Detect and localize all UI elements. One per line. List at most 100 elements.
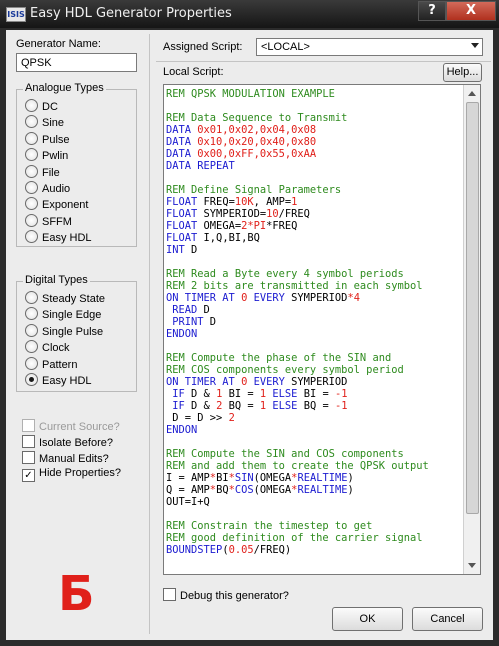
local-script-editor[interactable]: REM QPSK MODULATION EXAMPLE REM Data Sequ…	[163, 84, 481, 575]
script-token: OUT=I+Q	[166, 496, 210, 508]
radio-button-icon[interactable]	[25, 291, 38, 304]
script-line[interactable]	[166, 100, 429, 112]
hide-properties-checkbox[interactable]: ✓ Hide Properties?	[22, 467, 121, 482]
digital-radio-single-edge[interactable]: Single Edge	[25, 307, 101, 321]
assigned-script-dropdown[interactable]: <LOCAL>	[256, 38, 483, 56]
script-token: -1	[334, 388, 348, 400]
analogue-radio-dc[interactable]: DC	[25, 99, 58, 113]
script-line[interactable]: ON TIMER AT 0 EVERY SYMPERIOD	[166, 376, 429, 388]
radio-button-icon[interactable]	[25, 213, 38, 227]
script-line[interactable]: REM Data Sequence to Transmit	[166, 112, 429, 124]
script-token: DATA	[166, 124, 198, 136]
digital-radio-clock[interactable]: Clock	[25, 340, 70, 354]
script-line[interactable]: ON TIMER AT 0 EVERY SYMPERIOD*4	[166, 292, 429, 304]
help-title-button[interactable]: ?	[418, 1, 446, 21]
script-line[interactable]: FLOAT SYMPERIOD=10/FREQ	[166, 208, 429, 220]
scroll-thumb[interactable]	[466, 102, 479, 514]
analogue-radio-pulse[interactable]: Pulse	[25, 131, 70, 146]
script-line[interactable]	[166, 340, 429, 352]
script-line[interactable]: REM Read a Byte every 4 symbol periods	[166, 268, 429, 280]
radio-button-icon[interactable]	[25, 197, 38, 211]
script-token: BQ =	[222, 400, 260, 412]
radio-button-icon[interactable]	[25, 181, 38, 194]
analogue-radio-easy-hdl[interactable]: Easy HDL	[25, 230, 92, 244]
radio-button-icon[interactable]	[25, 164, 38, 178]
debug-generator-checkbox[interactable]: Debug this generator?	[163, 588, 289, 602]
script-line[interactable]: FLOAT FREQ=10K, AMP=1	[166, 196, 429, 208]
script-text[interactable]: REM QPSK MODULATION EXAMPLE REM Data Sequ…	[166, 88, 429, 556]
script-token: REM Constrain the timestep to get	[166, 520, 373, 532]
analogue-radio-sffm[interactable]: SFFM	[25, 213, 72, 228]
script-line[interactable]: REM Define Signal Parameters	[166, 184, 429, 196]
script-line[interactable]: ENDON	[166, 328, 429, 340]
manual-edits-label: Manual Edits?	[39, 453, 109, 465]
script-line[interactable]: REM good definition of the carrier signa…	[166, 532, 429, 544]
analogue-radio-file[interactable]: File	[25, 164, 60, 179]
script-line[interactable]: REM Constrain the timestep to get	[166, 520, 429, 532]
close-window-button[interactable]: X	[446, 1, 496, 21]
radio-button-icon[interactable]	[25, 323, 38, 337]
digital-radio-single-pulse[interactable]: Single Pulse	[25, 323, 103, 338]
debug-generator-label: Debug this generator?	[180, 590, 289, 602]
scroll-up-arrow-icon[interactable]	[468, 91, 476, 96]
script-line[interactable]: DATA REPEAT	[166, 160, 429, 172]
isolate-before-checkbox[interactable]: Isolate Before?	[22, 435, 113, 449]
script-line[interactable]: INT D	[166, 244, 429, 256]
analogue-radio-exponent[interactable]: Exponent	[25, 197, 88, 211]
script-line[interactable]: IF D & 2 BQ = 1 ELSE BQ = -1	[166, 400, 429, 412]
title-bar[interactable]: ISIS Easy HDL Generator Properties ? X	[0, 0, 499, 28]
script-line[interactable]: REM 2 bits are transmitted in each symbo…	[166, 280, 429, 292]
script-line[interactable]: READ D	[166, 304, 429, 316]
radio-button-icon[interactable]	[25, 131, 38, 145]
script-line[interactable]: Q = AMP*BQ*COS(OMEGA*REALTIME)	[166, 484, 429, 496]
script-line[interactable]: IF D & 1 BI = 1 ELSE BI = -1	[166, 388, 429, 400]
script-line[interactable]: REM QPSK MODULATION EXAMPLE	[166, 88, 429, 100]
digital-radio-easy-hdl[interactable]: Easy HDL	[25, 373, 92, 387]
isolate-before-box[interactable]	[22, 435, 35, 448]
ok-button[interactable]: OK	[332, 607, 403, 631]
script-line[interactable]: BOUNDSTEP(0.05/FREQ)	[166, 544, 429, 556]
script-line[interactable]: D = D >> 2	[166, 412, 429, 424]
script-token: ON TIMER AT	[166, 292, 242, 304]
script-line[interactable]: DATA 0x01,0x02,0x04,0x08	[166, 124, 429, 136]
script-line[interactable]	[166, 508, 429, 520]
script-line[interactable]	[166, 172, 429, 184]
radio-button-icon[interactable]	[25, 230, 38, 244]
radio-button-icon[interactable]	[25, 148, 38, 162]
cancel-button[interactable]: Cancel	[412, 607, 483, 631]
debug-generator-box[interactable]	[163, 588, 176, 601]
radio-button-icon[interactable]	[25, 115, 38, 129]
script-line[interactable]: ENDON	[166, 424, 429, 436]
digital-radio-steady-state[interactable]: Steady State	[25, 291, 105, 305]
script-line[interactable]: REM Compute the phase of the SIN and	[166, 352, 429, 364]
script-line[interactable]: OUT=I+Q	[166, 496, 429, 508]
radio-button-icon[interactable]	[25, 340, 38, 354]
script-line[interactable]	[166, 256, 429, 268]
script-line[interactable]: FLOAT OMEGA=2*PI*FREQ	[166, 220, 429, 232]
script-line[interactable]: FLOAT I,Q,BI,BQ	[166, 232, 429, 244]
radio-button-icon[interactable]	[25, 373, 38, 386]
script-line[interactable]: I = AMP*BI*SIN(OMEGA*REALTIME)	[166, 472, 429, 484]
editor-scrollbar[interactable]	[463, 85, 480, 574]
script-line[interactable]: DATA 0x00,0xFF,0x55,0xAA	[166, 148, 429, 160]
script-line[interactable]: PRINT D	[166, 316, 429, 328]
analogue-radio-sine[interactable]: Sine	[25, 115, 64, 129]
script-line[interactable]: DATA 0x10,0x20,0x40,0x80	[166, 136, 429, 148]
script-line[interactable]	[166, 436, 429, 448]
help-button[interactable]: Help...	[443, 63, 482, 82]
analogue-radio-pwlin[interactable]: Pwlin	[25, 148, 68, 162]
manual-edits-box[interactable]	[22, 451, 35, 464]
radio-button-icon[interactable]	[25, 99, 38, 112]
manual-edits-checkbox[interactable]: Manual Edits?	[22, 451, 109, 465]
script-line[interactable]: REM COS components every symbol period	[166, 364, 429, 376]
chevron-down-icon[interactable]	[471, 43, 479, 48]
script-line[interactable]: REM and add them to create the QPSK outp…	[166, 460, 429, 472]
check-mark-icon[interactable]: ✓	[22, 469, 35, 482]
scroll-down-arrow-icon[interactable]	[468, 563, 476, 568]
generator-name-input[interactable]	[16, 53, 137, 72]
analogue-radio-audio[interactable]: Audio	[25, 181, 70, 195]
radio-button-icon[interactable]	[25, 307, 38, 321]
digital-radio-pattern[interactable]: Pattern	[25, 356, 77, 371]
radio-button-icon[interactable]	[25, 356, 38, 370]
script-line[interactable]: REM Compute the SIN and COS components	[166, 448, 429, 460]
